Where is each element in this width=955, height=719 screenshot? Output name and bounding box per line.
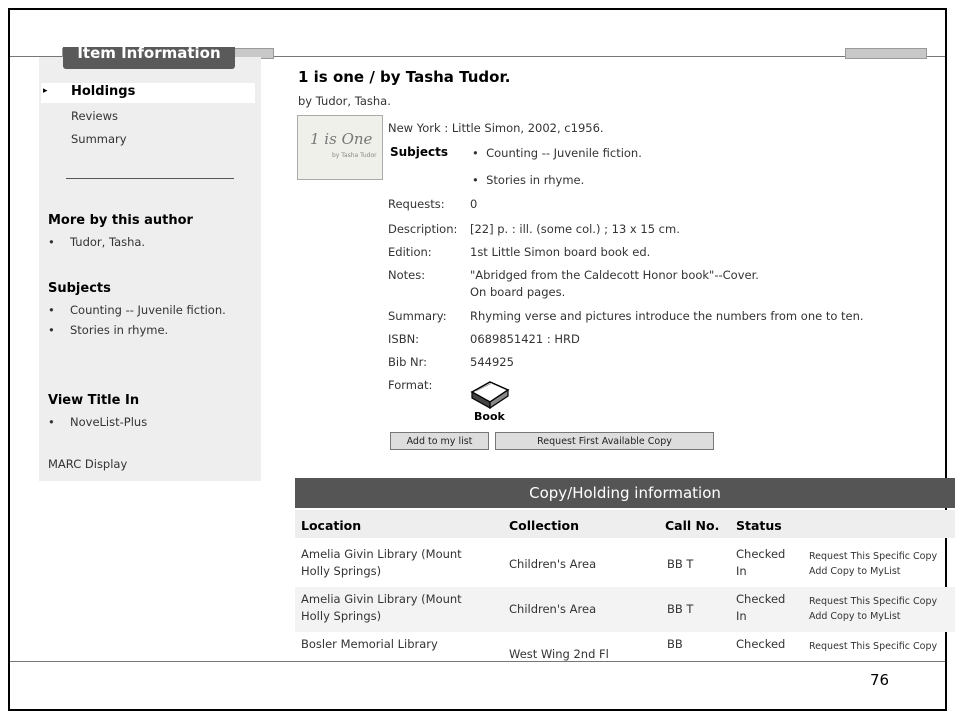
request-specific-copy-link[interactable]: Request This Specific Copy [809,549,937,564]
summary-label: Summary: [388,309,447,323]
collection-cell: West Wing 2nd Fl [509,647,609,661]
format-label: Format: [388,378,433,392]
status-cell: Checked In [736,547,786,578]
status-cell: Checked [736,637,786,651]
table-row: Bosler Memorial Library West Wing 2nd Fl… [295,632,955,661]
sidebar-item-holdings[interactable]: ▸ Holdings [41,83,255,103]
page-title: 1 is one / by Tasha Tudor. [298,68,511,86]
collection-cell: Children's Area [509,557,597,571]
item-information-heading: Item Information [63,47,235,69]
edition-value: 1st Little Simon board book ed. [470,245,651,259]
sidebar-item-summary[interactable]: Summary [71,132,127,146]
edition-label: Edition: [388,245,432,259]
add-to-my-list-button[interactable]: Add to my list [390,432,489,450]
notes-label: Notes: [388,268,426,282]
location-cell: Amelia Givin Library (Mount Holly Springs… [301,592,462,623]
table-row: Amelia Givin Library (Mount Holly Springs… [295,542,955,587]
add-copy-to-mylist-link[interactable]: Add Copy to MyList [809,564,901,579]
cropped-header-control [845,48,927,59]
page-number: 76 [870,671,890,689]
call-number-cell: BB T [667,602,694,616]
request-specific-copy-link[interactable]: Request This Specific Copy [809,639,937,654]
view-title-in-heading: View Title In [48,393,140,408]
sidebar: Item Information ▸ Holdings Reviews Summ… [39,47,261,481]
notes-value-line2: On board pages. [470,285,566,299]
requests-value: 0 [470,197,478,211]
summary-value: Rhyming verse and pictures introduce the… [470,309,864,323]
column-header-location: Location [301,518,362,533]
sidebar-item-label: Holdings [71,84,136,99]
subjects-label: Subjects [390,145,449,159]
format-value: Book [474,410,505,422]
column-header-collection: Collection [509,518,579,533]
isbn-value: 0689851421 : HRD [470,332,580,346]
sidebar-subject-link[interactable]: • Counting -- Juvenile fiction. [48,303,226,317]
book-cover-image: 1 is One by Tasha Tudor [297,115,383,180]
table-row: Amelia Givin Library (Mount Holly Springs… [295,587,955,632]
isbn-label: ISBN: [388,332,420,346]
request-specific-copy-link[interactable]: Request This Specific Copy [809,594,937,609]
sidebar-item-reviews[interactable]: Reviews [71,109,118,123]
collection-cell: Children's Area [509,602,597,616]
book-format-icon: Book [470,378,510,426]
holdings-heading: Copy/Holding information [295,478,955,508]
sidebar-subject-link[interactable]: • Stories in rhyme. [48,323,168,337]
request-first-available-copy-button[interactable]: Request First Available Copy [495,432,714,450]
requests-label: Requests: [388,197,445,211]
notes-value: "Abridged from the Caldecott Honor book"… [470,268,759,282]
call-number-cell: BB T [667,557,694,571]
status-cell: Checked In [736,592,786,623]
marc-display-link[interactable]: MARC Display [48,457,127,471]
author-link[interactable]: • Tudor, Tasha. [48,235,145,249]
author-byline: by Tudor, Tasha. [298,94,391,108]
screenshot-bottom-edge [10,661,945,662]
description-value: [22] p. : ill. (some col.) ; 13 x 15 cm. [470,222,680,236]
holdings-table-header: Location Collection Call No. Status [295,510,955,538]
subject-link[interactable]: • Counting -- Juvenile fiction. [472,146,642,160]
subject-link[interactable]: • Stories in rhyme. [472,173,584,187]
sidebar-divider [66,178,234,179]
more-by-author-heading: More by this author [48,213,193,228]
bib-nr-label: Bib Nr: [388,355,428,369]
novelist-plus-link[interactable]: • NoveList-Plus [48,415,147,429]
column-header-status: Status [736,518,782,533]
add-copy-to-mylist-link[interactable]: Add Copy to MyList [809,609,901,624]
column-header-call-no: Call No. [665,518,720,533]
location-cell: Bosler Memorial Library [301,637,438,651]
sidebar-subjects-heading: Subjects [48,281,111,296]
publisher-text: New York : Little Simon, 2002, c1956. [388,121,604,135]
triangle-right-icon: ▸ [43,86,48,96]
description-label: Description: [388,222,458,236]
location-cell: Amelia Givin Library (Mount Holly Springs… [301,547,462,578]
call-number-cell: BB [667,637,683,651]
bib-nr-value: 544925 [470,355,514,369]
